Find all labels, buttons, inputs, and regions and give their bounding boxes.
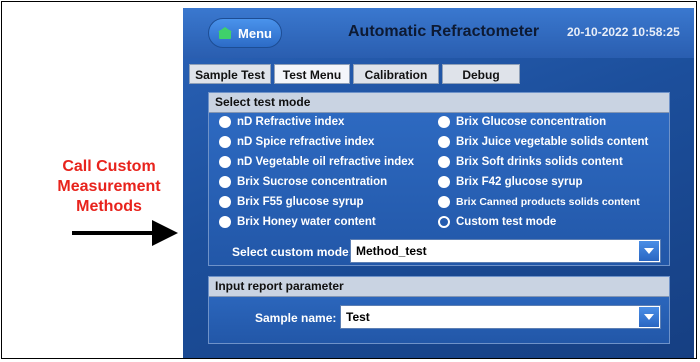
chevron-down-icon[interactable]	[639, 307, 659, 327]
mode-option-brix-f42[interactable]: Brix F42 glucose syrup	[438, 176, 583, 188]
radio-icon	[438, 176, 450, 188]
panel-title: Input report parameter	[209, 277, 669, 297]
option-label: Custom test mode	[456, 216, 557, 228]
mode-option-brix-soft-drinks[interactable]: Brix Soft drinks solids content	[438, 156, 623, 168]
mode-option-brix-f55[interactable]: Brix F55 glucose syrup	[219, 196, 364, 208]
option-label: Brix Honey water content	[237, 216, 376, 228]
mode-option-nd-vegetable-oil[interactable]: nD Vegetable oil refractive index	[219, 156, 414, 168]
report-panel: Input report parameter Sample name: Test	[208, 276, 670, 344]
mode-option-brix-honey[interactable]: Brix Honey water content	[219, 216, 376, 228]
radio-icon	[438, 116, 450, 128]
radio-icon	[438, 156, 450, 168]
option-label: nD Refractive index	[237, 116, 345, 128]
sample-name-value: Test	[346, 310, 370, 324]
radio-icon	[219, 136, 231, 148]
radio-icon	[219, 196, 231, 208]
radio-icon	[219, 216, 231, 228]
chevron-down-icon[interactable]	[639, 241, 659, 261]
option-label: nD Spice refractive index	[237, 136, 375, 148]
datetime-display: 20-10-2022 10:58:25	[567, 25, 680, 39]
option-label: Brix Sucrose concentration	[237, 176, 388, 188]
mode-option-nd-spice[interactable]: nD Spice refractive index	[219, 136, 374, 148]
option-label: Brix Glucose concentration	[456, 116, 607, 128]
custom-mode-select[interactable]: Method_test	[350, 239, 661, 263]
mode-option-brix-glucose[interactable]: Brix Glucose concentration	[438, 116, 606, 128]
mode-option-custom[interactable]: Custom test mode	[438, 216, 556, 228]
home-icon	[218, 27, 233, 39]
header-bar: Menu Automatic Refractometer 20-10-2022 …	[183, 8, 694, 58]
option-label: Brix Soft drinks solids content	[456, 156, 623, 168]
option-label: Brix F42 glucose syrup	[456, 176, 583, 188]
radio-icon	[219, 156, 231, 168]
radio-icon	[219, 176, 231, 188]
option-label: Brix F55 glucose syrup	[237, 196, 364, 208]
sample-name-field[interactable]: Test	[340, 305, 661, 329]
refractometer-screen: Menu Automatic Refractometer 20-10-2022 …	[183, 8, 694, 358]
tab-debug[interactable]: Debug	[442, 64, 520, 84]
sample-name-label: Sample name:	[255, 311, 337, 325]
mode-option-brix-sucrose[interactable]: Brix Sucrose concentration	[219, 176, 387, 188]
mode-option-brix-juice[interactable]: Brix Juice vegetable solids content	[438, 136, 648, 148]
callout-arrow-icon	[72, 220, 178, 246]
callout-annotation: Call Custom Measurement Methods	[36, 157, 182, 217]
radio-icon	[219, 116, 231, 128]
custom-mode-label: Select custom mode:	[232, 245, 353, 259]
option-label: Brix Canned products solids content	[456, 196, 640, 208]
callout-line: Measurement	[57, 178, 161, 195]
tab-calibration[interactable]: Calibration	[353, 64, 439, 84]
radio-icon	[438, 196, 450, 208]
test-mode-panel: Select test mode nD Refractive index nD …	[208, 92, 670, 266]
tab-test-menu[interactable]: Test Menu	[274, 64, 350, 84]
menu-button[interactable]: Menu	[208, 18, 282, 48]
panel-title: Select test mode	[209, 93, 669, 113]
option-label: nD Vegetable oil refractive index	[237, 156, 415, 168]
mode-option-nd-refractive[interactable]: nD Refractive index	[219, 116, 344, 128]
callout-line: Call Custom	[62, 158, 156, 175]
radio-selected-icon	[438, 216, 450, 228]
option-label: Brix Juice vegetable solids content	[456, 136, 649, 148]
tab-bar: Sample Test Test Menu Calibration Debug	[189, 64, 523, 84]
tab-sample-test[interactable]: Sample Test	[189, 64, 271, 84]
app-title: Automatic Refractometer	[348, 23, 540, 40]
custom-mode-value: Method_test	[356, 244, 427, 258]
mode-option-brix-canned[interactable]: Brix Canned products solids content	[438, 196, 640, 208]
menu-button-label: Menu	[238, 25, 272, 41]
radio-icon	[438, 136, 450, 148]
